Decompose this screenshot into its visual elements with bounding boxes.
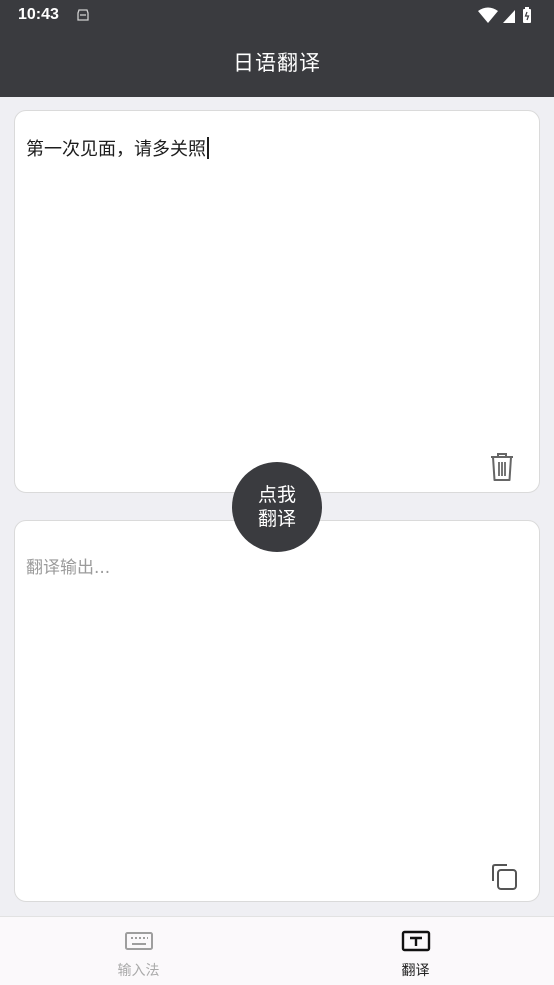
wifi-icon (478, 7, 498, 23)
translate-button[interactable]: 点我 翻译 (232, 462, 322, 552)
output-card[interactable]: 翻译输出... (14, 520, 540, 902)
nav-item-input-method[interactable]: 输入法 (0, 917, 277, 985)
page-title: 日语翻译 (233, 51, 321, 75)
status-bar: 10:43 (0, 0, 554, 32)
source-text: 第一次见面，请多关照 (26, 139, 206, 160)
text-caret (207, 137, 209, 159)
translation-output: 翻译输出... (26, 558, 111, 578)
nav-item-translate[interactable]: 翻译 (277, 917, 554, 985)
input-card[interactable]: 第一次见面，请多关照 (14, 110, 540, 493)
keyboard-icon (125, 932, 153, 950)
copy-icon[interactable] (489, 861, 519, 893)
source-text-input[interactable]: 第一次见面，请多关照 (26, 135, 209, 161)
translate-button-line1: 点我 (257, 484, 296, 506)
notification-icon (77, 9, 89, 21)
nav-label-translate: 翻译 (401, 963, 430, 979)
battery-icon (523, 7, 531, 23)
nav-label-input-method: 输入法 (117, 963, 160, 979)
trash-icon[interactable] (487, 451, 517, 483)
translate-icon (401, 930, 431, 952)
app-header: 10:43 日语翻译 (0, 0, 554, 97)
signal-icon (503, 10, 515, 23)
bottom-nav: 输入法 翻译 (0, 916, 554, 985)
status-time: 10:43 (18, 6, 59, 23)
status-icons (478, 7, 531, 23)
translate-button-line2: 翻译 (257, 508, 296, 530)
